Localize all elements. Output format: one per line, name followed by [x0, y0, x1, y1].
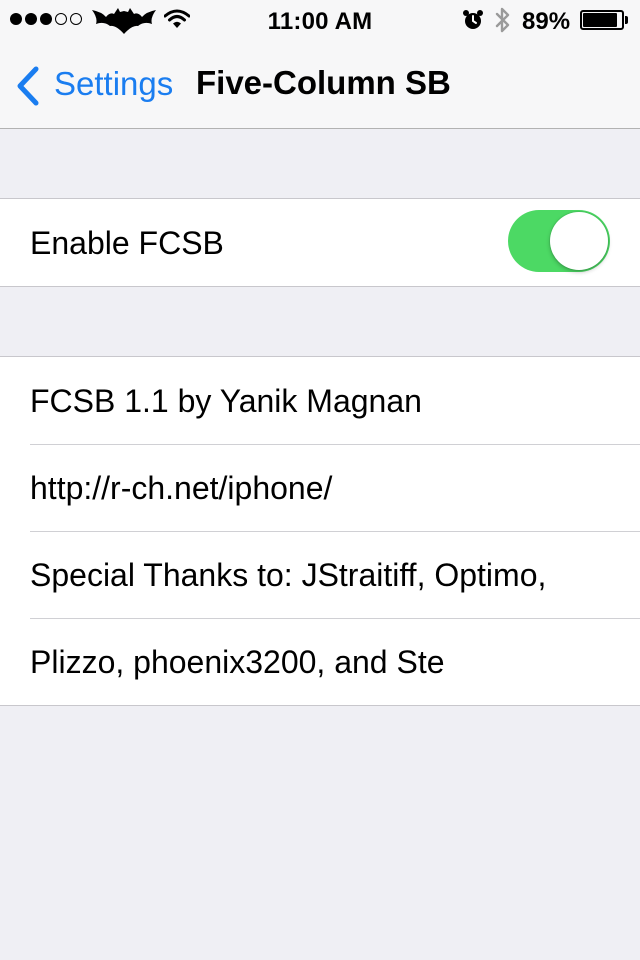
status-bar: 11:00 AM 89%	[0, 0, 640, 40]
info-row-url[interactable]: http://r-ch.net/iphone/	[0, 444, 640, 531]
info-thanks-continued-label: Plizzo, phoenix3200, and Ste	[30, 644, 445, 680]
battery-percentage: 89%	[522, 8, 571, 35]
battery-level	[583, 13, 617, 27]
alarm-clock-icon	[463, 10, 483, 29]
info-version-label: FCSB 1.1 by Yanik Magnan	[30, 383, 422, 419]
page-title: Five-Column SB	[196, 64, 451, 101]
navigation-bar: Settings Five-Column SB	[0, 40, 640, 129]
settings-group-enable: Enable FCSB	[0, 198, 640, 287]
enable-label: Enable FCSB	[30, 225, 224, 261]
enable-toggle[interactable]	[508, 210, 610, 272]
info-thanks-label: Special Thanks to: JStraitiff, Optimo,	[30, 557, 547, 593]
battery-icon	[580, 10, 628, 30]
bluetooth-icon	[495, 7, 510, 33]
back-button[interactable]: Settings	[54, 65, 173, 103]
info-row-thanks-continued: Plizzo, phoenix3200, and Ste	[0, 618, 640, 705]
info-row-version: FCSB 1.1 by Yanik Magnan	[0, 357, 640, 444]
info-url-link[interactable]: http://r-ch.net/iphone/	[30, 470, 332, 507]
toggle-knob	[550, 212, 608, 270]
settings-group-info: FCSB 1.1 by Yanik Magnan http://r-ch.net…	[0, 356, 640, 706]
enable-row: Enable FCSB	[0, 199, 640, 286]
info-row-thanks: Special Thanks to: JStraitiff, Optimo,	[0, 531, 640, 618]
chevron-left-icon[interactable]	[16, 66, 40, 106]
